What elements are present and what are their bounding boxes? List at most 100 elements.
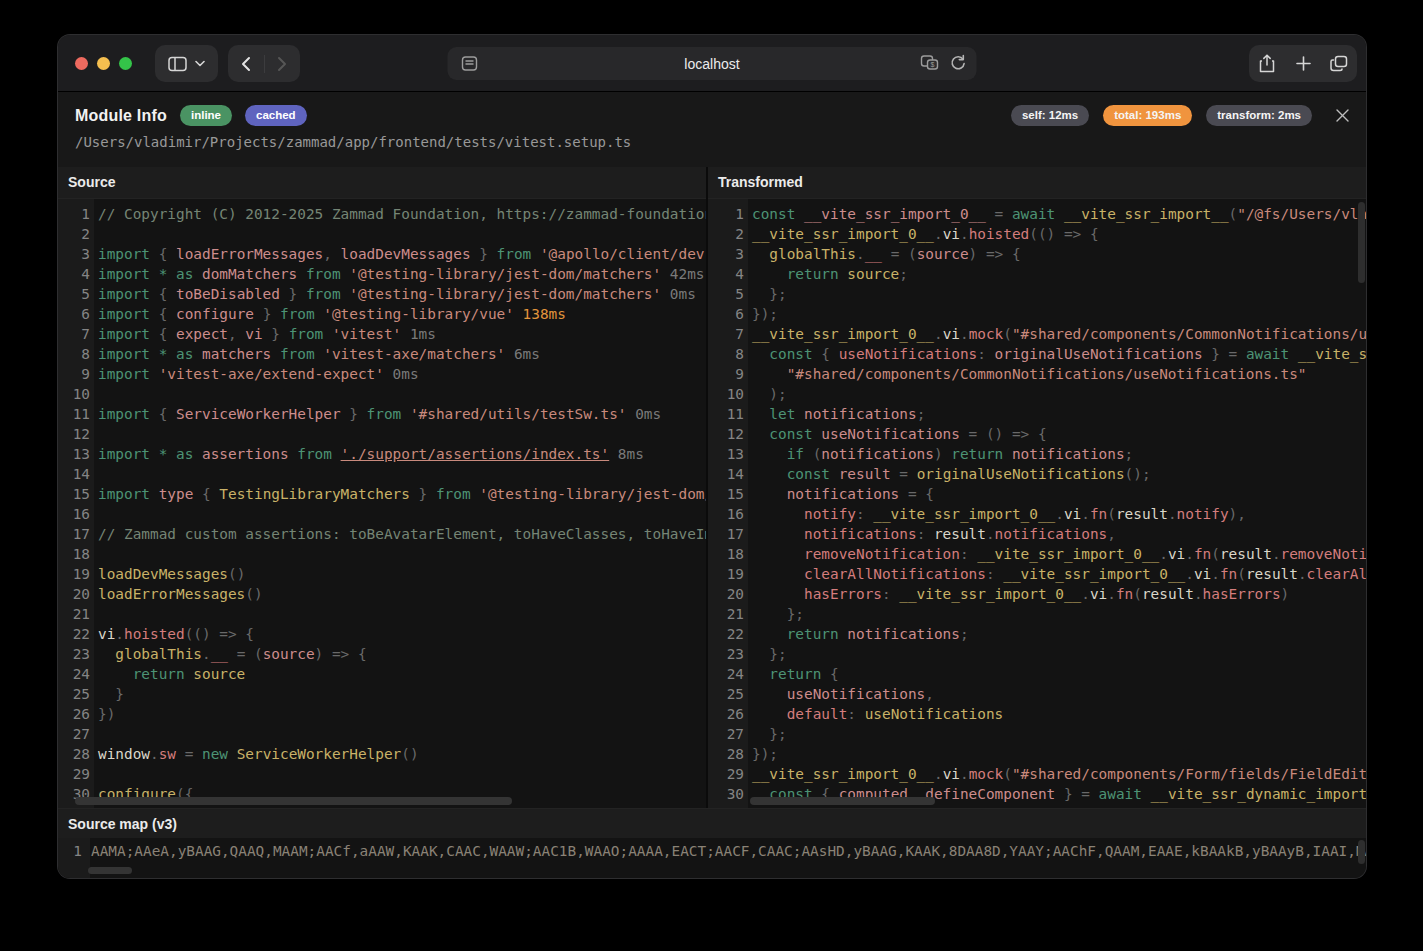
timing-total: total: 193ms (1103, 105, 1192, 126)
code-line: 4 return source; (708, 264, 1366, 284)
code-line: 29__vite_ssr_import_0__.vi.mock("#shared… (708, 764, 1366, 784)
line-number: 27 (708, 724, 744, 744)
code-line: 14 (58, 464, 706, 484)
code-line: 10 ); (708, 384, 1366, 404)
code-line: 14 const result = originalUseNotificatio… (708, 464, 1366, 484)
line-number: 2 (708, 224, 744, 244)
code-line: 17 notifications: result.notifications, (708, 524, 1366, 544)
sourcemap-horizontal-scrollbar[interactable] (88, 867, 132, 874)
line-number: 1 (708, 204, 744, 224)
line-number: 27 (58, 724, 90, 744)
sidebar-button[interactable] (155, 45, 218, 82)
url-text: localhost (448, 56, 977, 72)
line-number: 6 (58, 304, 90, 324)
code-line: 11import { ServiceWorkerHelper } from '#… (58, 404, 706, 424)
traffic-light-close[interactable] (75, 57, 88, 70)
line-number: 11 (58, 404, 90, 424)
line-number: 23 (708, 644, 744, 664)
code-line: 11 let notifications; (708, 404, 1366, 424)
code-line: 24 return { (708, 664, 1366, 684)
code-line: 21 (58, 604, 706, 624)
code-line: 23 }; (708, 644, 1366, 664)
module-info-title: Module Info (75, 107, 167, 125)
code-line: 25 } (58, 684, 706, 704)
window-controls (75, 35, 132, 92)
module-link[interactable]: './support/assertions/index.ts' (341, 446, 610, 462)
module-path: /Users/vladimir/Projects/zammad/app/fron… (75, 134, 631, 150)
line-number: 21 (708, 604, 744, 624)
forward-button[interactable] (264, 56, 300, 72)
new-tab-button[interactable] (1285, 56, 1321, 71)
line-number: 8 (58, 344, 90, 364)
code-line: 2 (58, 224, 706, 244)
nav-buttons (228, 45, 300, 82)
line-number: 15 (58, 484, 90, 504)
code-line: 3 globalThis.__ = (source) => { (708, 244, 1366, 264)
line-number: 19 (58, 564, 90, 584)
line-number: 3 (708, 244, 744, 264)
browser-window: localhost $ Module Info (58, 35, 1366, 878)
source-code: 1// Copyright (C) 2012-2025 Zammad Found… (58, 199, 706, 808)
timing-self: self: 12ms (1011, 105, 1089, 126)
transformed-vertical-scrollbar[interactable] (1358, 202, 1365, 283)
timing-transform: transform: 2ms (1206, 105, 1312, 126)
share-button[interactable] (1249, 54, 1285, 73)
code-line: 4import * as domMatchers from '@testing-… (58, 264, 706, 284)
transformed-panel-title: Transformed (708, 167, 1366, 199)
line-number: 22 (58, 624, 90, 644)
traffic-light-minimize[interactable] (97, 57, 110, 70)
badge-inline: inline (180, 105, 232, 126)
address-bar[interactable]: localhost $ (448, 47, 977, 80)
line-number: 17 (58, 524, 90, 544)
extensions-icon[interactable]: $ (920, 54, 940, 72)
source-horizontal-scrollbar[interactable] (75, 797, 512, 805)
code-line: 12 const useNotifications = () => { (708, 424, 1366, 444)
line-number: 11 (708, 404, 744, 424)
code-line: 1// Copyright (C) 2012-2025 Zammad Found… (58, 204, 706, 224)
traffic-light-zoom[interactable] (119, 57, 132, 70)
line-number: 26 (708, 704, 744, 724)
line-number: 10 (58, 384, 90, 404)
code-line: 28window.sw = new ServiceWorkerHelper() (58, 744, 706, 764)
code-line: 9 "#shared/components/CommonNotification… (708, 364, 1366, 384)
line-number: 29 (58, 764, 90, 784)
code-line: 28}); (708, 744, 1366, 764)
code-line: 8 const { useNotifications: originalUseN… (708, 344, 1366, 364)
line-number: 5 (58, 284, 90, 304)
code-line: 20loadErrorMessages() (58, 584, 706, 604)
code-line: 13 if (notifications) return notificatio… (708, 444, 1366, 464)
module-info-header: Module Info inline cached self: 12ms tot… (58, 92, 1366, 167)
chevron-down-icon (195, 60, 205, 67)
reload-icon[interactable] (950, 54, 967, 72)
line-number: 2 (58, 224, 90, 244)
code-line: 27 }; (708, 724, 1366, 744)
code-line: 5import { toBeDisabled } from '@testing-… (58, 284, 706, 304)
line-number: 7 (708, 324, 744, 344)
code-line: 12 (58, 424, 706, 444)
code-line: 9import 'vitest-axe/extend-expect' 0ms (58, 364, 706, 384)
line-number: 21 (58, 604, 90, 624)
toolbar-right-buttons (1249, 45, 1357, 82)
code-line: 15import type { TestingLibraryMatchers }… (58, 484, 706, 504)
line-number: 13 (58, 444, 90, 464)
source-panel: Source 1// Copyright (C) 2012-2025 Zamma… (58, 167, 706, 808)
tabs-overview-button[interactable] (1321, 55, 1357, 72)
svg-text:$: $ (931, 61, 935, 68)
back-button[interactable] (228, 56, 264, 72)
browser-toolbar: localhost $ (58, 35, 1366, 92)
line-number: 29 (708, 764, 744, 784)
line-number: 16 (708, 504, 744, 524)
line-number: 10 (708, 384, 744, 404)
line-number: 16 (58, 504, 90, 524)
code-line: 22 return notifications; (708, 624, 1366, 644)
code-line: 26 default: useNotifications (708, 704, 1366, 724)
code-line: 21 }; (708, 604, 1366, 624)
sourcemap-vertical-scrollbar[interactable] (1358, 840, 1365, 864)
line-number: 18 (708, 544, 744, 564)
transformed-horizontal-scrollbar[interactable] (750, 797, 935, 805)
line-number: 17 (708, 524, 744, 544)
line-number: 1 (58, 841, 82, 861)
close-button[interactable] (1332, 105, 1352, 125)
code-line: 7import { expect, vi } from 'vitest' 1ms (58, 324, 706, 344)
line-number: 19 (708, 564, 744, 584)
